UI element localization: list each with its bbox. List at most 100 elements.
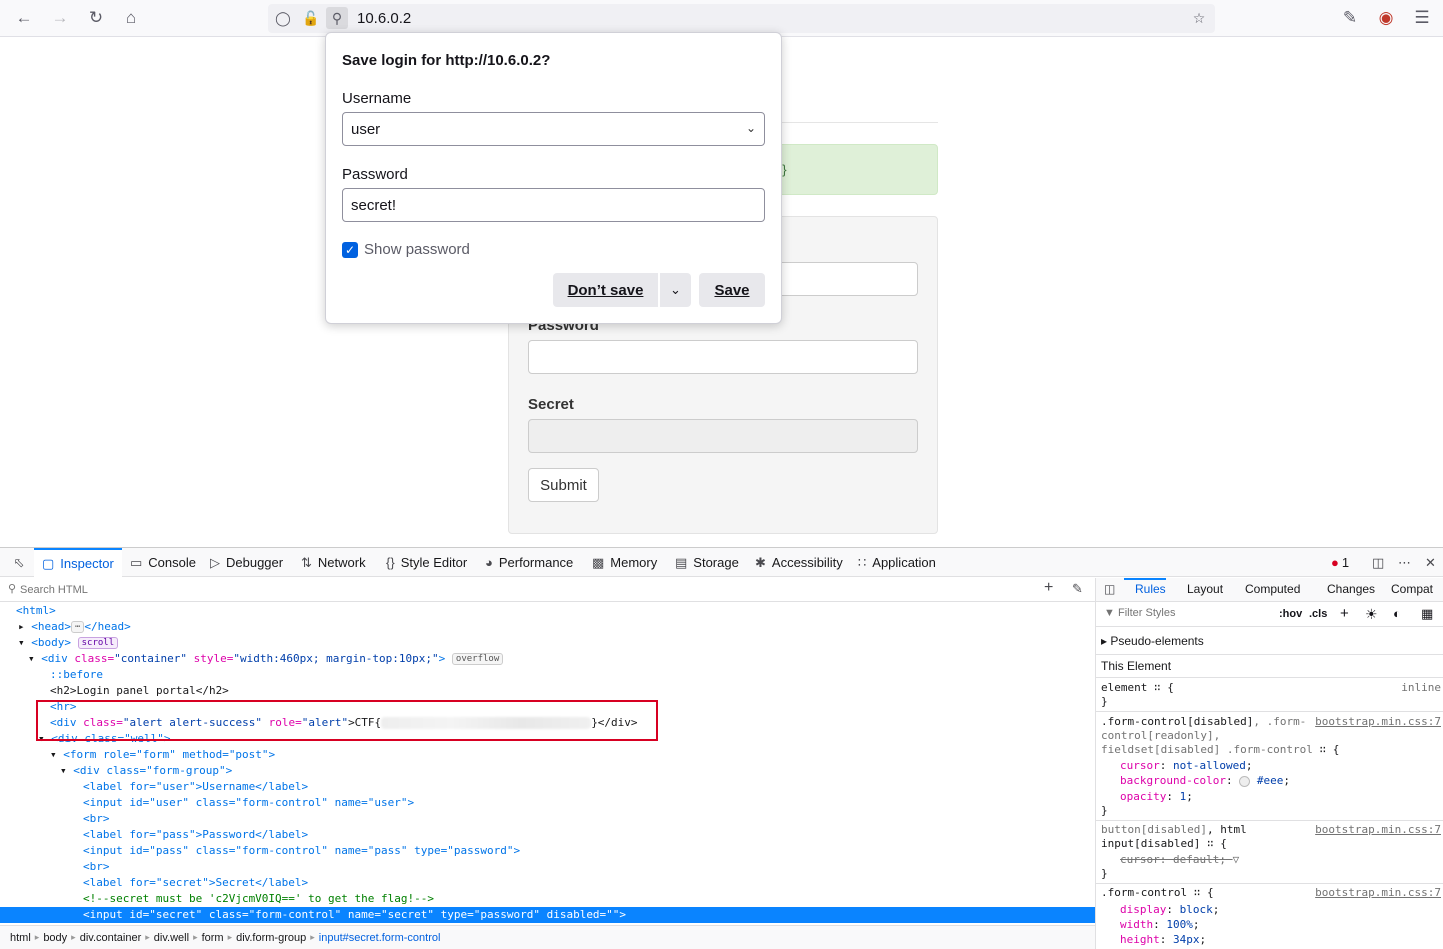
dont-save-button[interactable]: Don’t save [553,273,658,307]
submit-button[interactable]: Submit [528,468,599,502]
tree-node[interactable]: ▸ <head> ⋯ </head> [0,619,1095,635]
inspector-icon: ▢ [42,555,55,571]
rule-selector[interactable]: .form-control ∷ { [1101,886,1214,900]
tree-node-comment[interactable]: <!--secret must be 'c2VjcmV0IQ==' to get… [0,891,1095,907]
close-icon[interactable]: ✕ [1425,548,1436,577]
dock-icon[interactable]: ◫ [1372,548,1384,577]
breadcrumb-item[interactable]: form [202,932,224,944]
rule-selector[interactable]: .form-control[disabled], .form- [1101,715,1306,729]
sidebar-toggle-icon[interactable]: ◫ [1104,582,1115,596]
tree-node[interactable]: <br> [0,811,1095,827]
filter-styles-input[interactable] [1118,607,1268,619]
css-declaration[interactable]: opacity: 1; [1120,790,1193,804]
tab-memory[interactable]: ▩ Memory [592,548,657,577]
rule-element[interactable]: element ∷ { [1101,681,1174,695]
css-declaration-overridden[interactable]: cursor: default; ▽ [1120,853,1239,867]
eyedropper-icon[interactable]: ✎ [1072,581,1083,597]
shield-icon[interactable]: ◯ [272,7,294,29]
tab-style-editor[interactable]: {} Style Editor [386,548,467,577]
show-password-label[interactable]: Show password [364,241,470,258]
css-declaration[interactable]: background-color: #eee; [1120,774,1290,788]
tree-node[interactable]: <label for="pass">Password</label> [0,827,1095,843]
url-text[interactable]: 10.6.0.2 [357,10,411,27]
tab-console[interactable]: ▭ Console [130,548,196,577]
dont-save-menu-button[interactable]: ⌄ [660,273,691,307]
element-picker-icon[interactable]: ⬁ [8,548,30,577]
tab-layout[interactable]: Layout [1187,582,1223,596]
tree-node[interactable]: ▾ <form role="form" method="post"> [0,747,1095,763]
breadcrumb-item[interactable]: body [43,932,67,944]
tab-debugger[interactable]: ▷ Debugger [210,548,283,577]
dark-theme-icon[interactable]: ◐ [1393,606,1401,621]
rule-source-link[interactable]: bootstrap.min.css:7 [1315,886,1441,899]
tree-node[interactable]: ▾ <div class="form-group"> [0,763,1095,779]
chevron-down-icon[interactable]: ⌄ [746,121,756,135]
css-declaration[interactable]: width: 100%; [1120,918,1200,932]
key-icon[interactable]: ⚲ [326,7,348,29]
tree-node[interactable]: ▾ <body> scroll [0,635,1095,651]
tree-node[interactable]: ▾ <div class="container" style="width:46… [0,651,1095,667]
tab-performance[interactable]: ◕ Performance [485,548,573,577]
breadcrumb-item[interactable]: html [10,932,31,944]
home-icon[interactable]: ⌂ [119,6,143,30]
tree-node[interactable]: <br> [0,859,1095,875]
chip-icon: ▩ [592,554,605,570]
reload-icon[interactable]: ↻ [84,6,108,30]
color-swatch[interactable] [1239,775,1251,787]
light-theme-icon[interactable]: ☀ [1365,606,1378,623]
tree-node[interactable]: ::before [0,667,1095,683]
rule-selector[interactable]: button[disabled], html [1101,823,1247,837]
print-icon[interactable]: ▦ [1421,606,1433,622]
tree-node[interactable]: <html> [0,603,1095,619]
account-icon[interactable]: ◉ [1374,6,1398,30]
tab-network[interactable]: ⇅ Network [301,548,366,577]
tree-node[interactable]: <input id="user" class="form-control" na… [0,795,1095,811]
save-button[interactable]: Save [699,273,765,307]
bookmark-star-icon[interactable]: ☆ [1188,7,1210,29]
tree-node[interactable]: <label for="secret">Secret</label> [0,875,1095,891]
show-password-checkbox[interactable]: ✓ [342,242,358,258]
css-declaration[interactable]: display: block; [1120,903,1219,917]
cls-toggle[interactable]: .cls [1309,608,1327,620]
add-rule-icon[interactable]: + [1340,605,1349,622]
css-declaration[interactable]: height: 34px; [1120,933,1206,947]
url-bar[interactable]: ◯ 🔓 ⚲ 10.6.0.2 ☆ [268,4,1215,33]
tab-storage[interactable]: ▤ Storage [675,548,739,577]
filter-icon: ▽ [1232,853,1240,866]
forward-arrow-icon[interactable]: → [48,6,72,30]
rule-source-link[interactable]: bootstrap.min.css:7 [1315,823,1441,836]
more-options-icon[interactable]: ⋯ [1398,548,1411,577]
error-count[interactable]: ● 1 [1331,548,1349,577]
tab-accessibility[interactable]: ✱ Accessibility [755,548,843,577]
add-node-icon[interactable]: + [1044,579,1053,597]
tree-node[interactable]: <label for="user">Username</label> [0,779,1095,795]
popup-username-field[interactable]: user ⌄ [342,112,765,146]
pseudo-elements-toggle[interactable]: ▸ Pseudo-elements [1101,634,1204,648]
tab-computed[interactable]: Computed [1245,582,1300,596]
breadcrumb-item-current[interactable]: input#secret.form-control [319,932,441,944]
back-arrow-icon[interactable]: ← [12,6,36,30]
tab-inspector[interactable]: ▢ Inspector [34,548,122,577]
extensions-icon[interactable]: ✎ [1338,6,1362,30]
breadcrumb-item[interactable]: div.form-group [236,932,306,944]
popup-password-label: Password [342,166,408,183]
highlight-box [36,700,658,741]
breadcrumb-item[interactable]: div.container [80,932,142,944]
search-html-input[interactable] [20,581,920,599]
tree-node-selected[interactable]: <input id="secret" class="form-control" … [0,907,1095,923]
insecure-lock-icon[interactable]: 🔓 [300,7,322,29]
css-declaration[interactable]: cursor: not-allowed; [1120,759,1252,773]
tree-node[interactable]: <h2>Login panel portal</h2> [0,683,1095,699]
rule-source-link[interactable]: bootstrap.min.css:7 [1315,715,1441,728]
tab-application[interactable]: ∷ Application [858,548,936,577]
tab-compat[interactable]: Compat [1391,582,1433,596]
accessibility-icon: ✱ [755,554,766,570]
menu-icon[interactable]: ☰ [1410,6,1434,30]
breadcrumb-item[interactable]: div.well [154,932,189,944]
tab-rules[interactable]: Rules [1135,582,1166,596]
popup-password-field[interactable]: secret! [342,188,765,222]
tab-changes[interactable]: Changes [1327,582,1375,596]
tree-node[interactable]: <input id="pass" class="form-control" na… [0,843,1095,859]
hov-toggle[interactable]: :hov [1279,608,1302,620]
password-input[interactable] [528,340,918,374]
